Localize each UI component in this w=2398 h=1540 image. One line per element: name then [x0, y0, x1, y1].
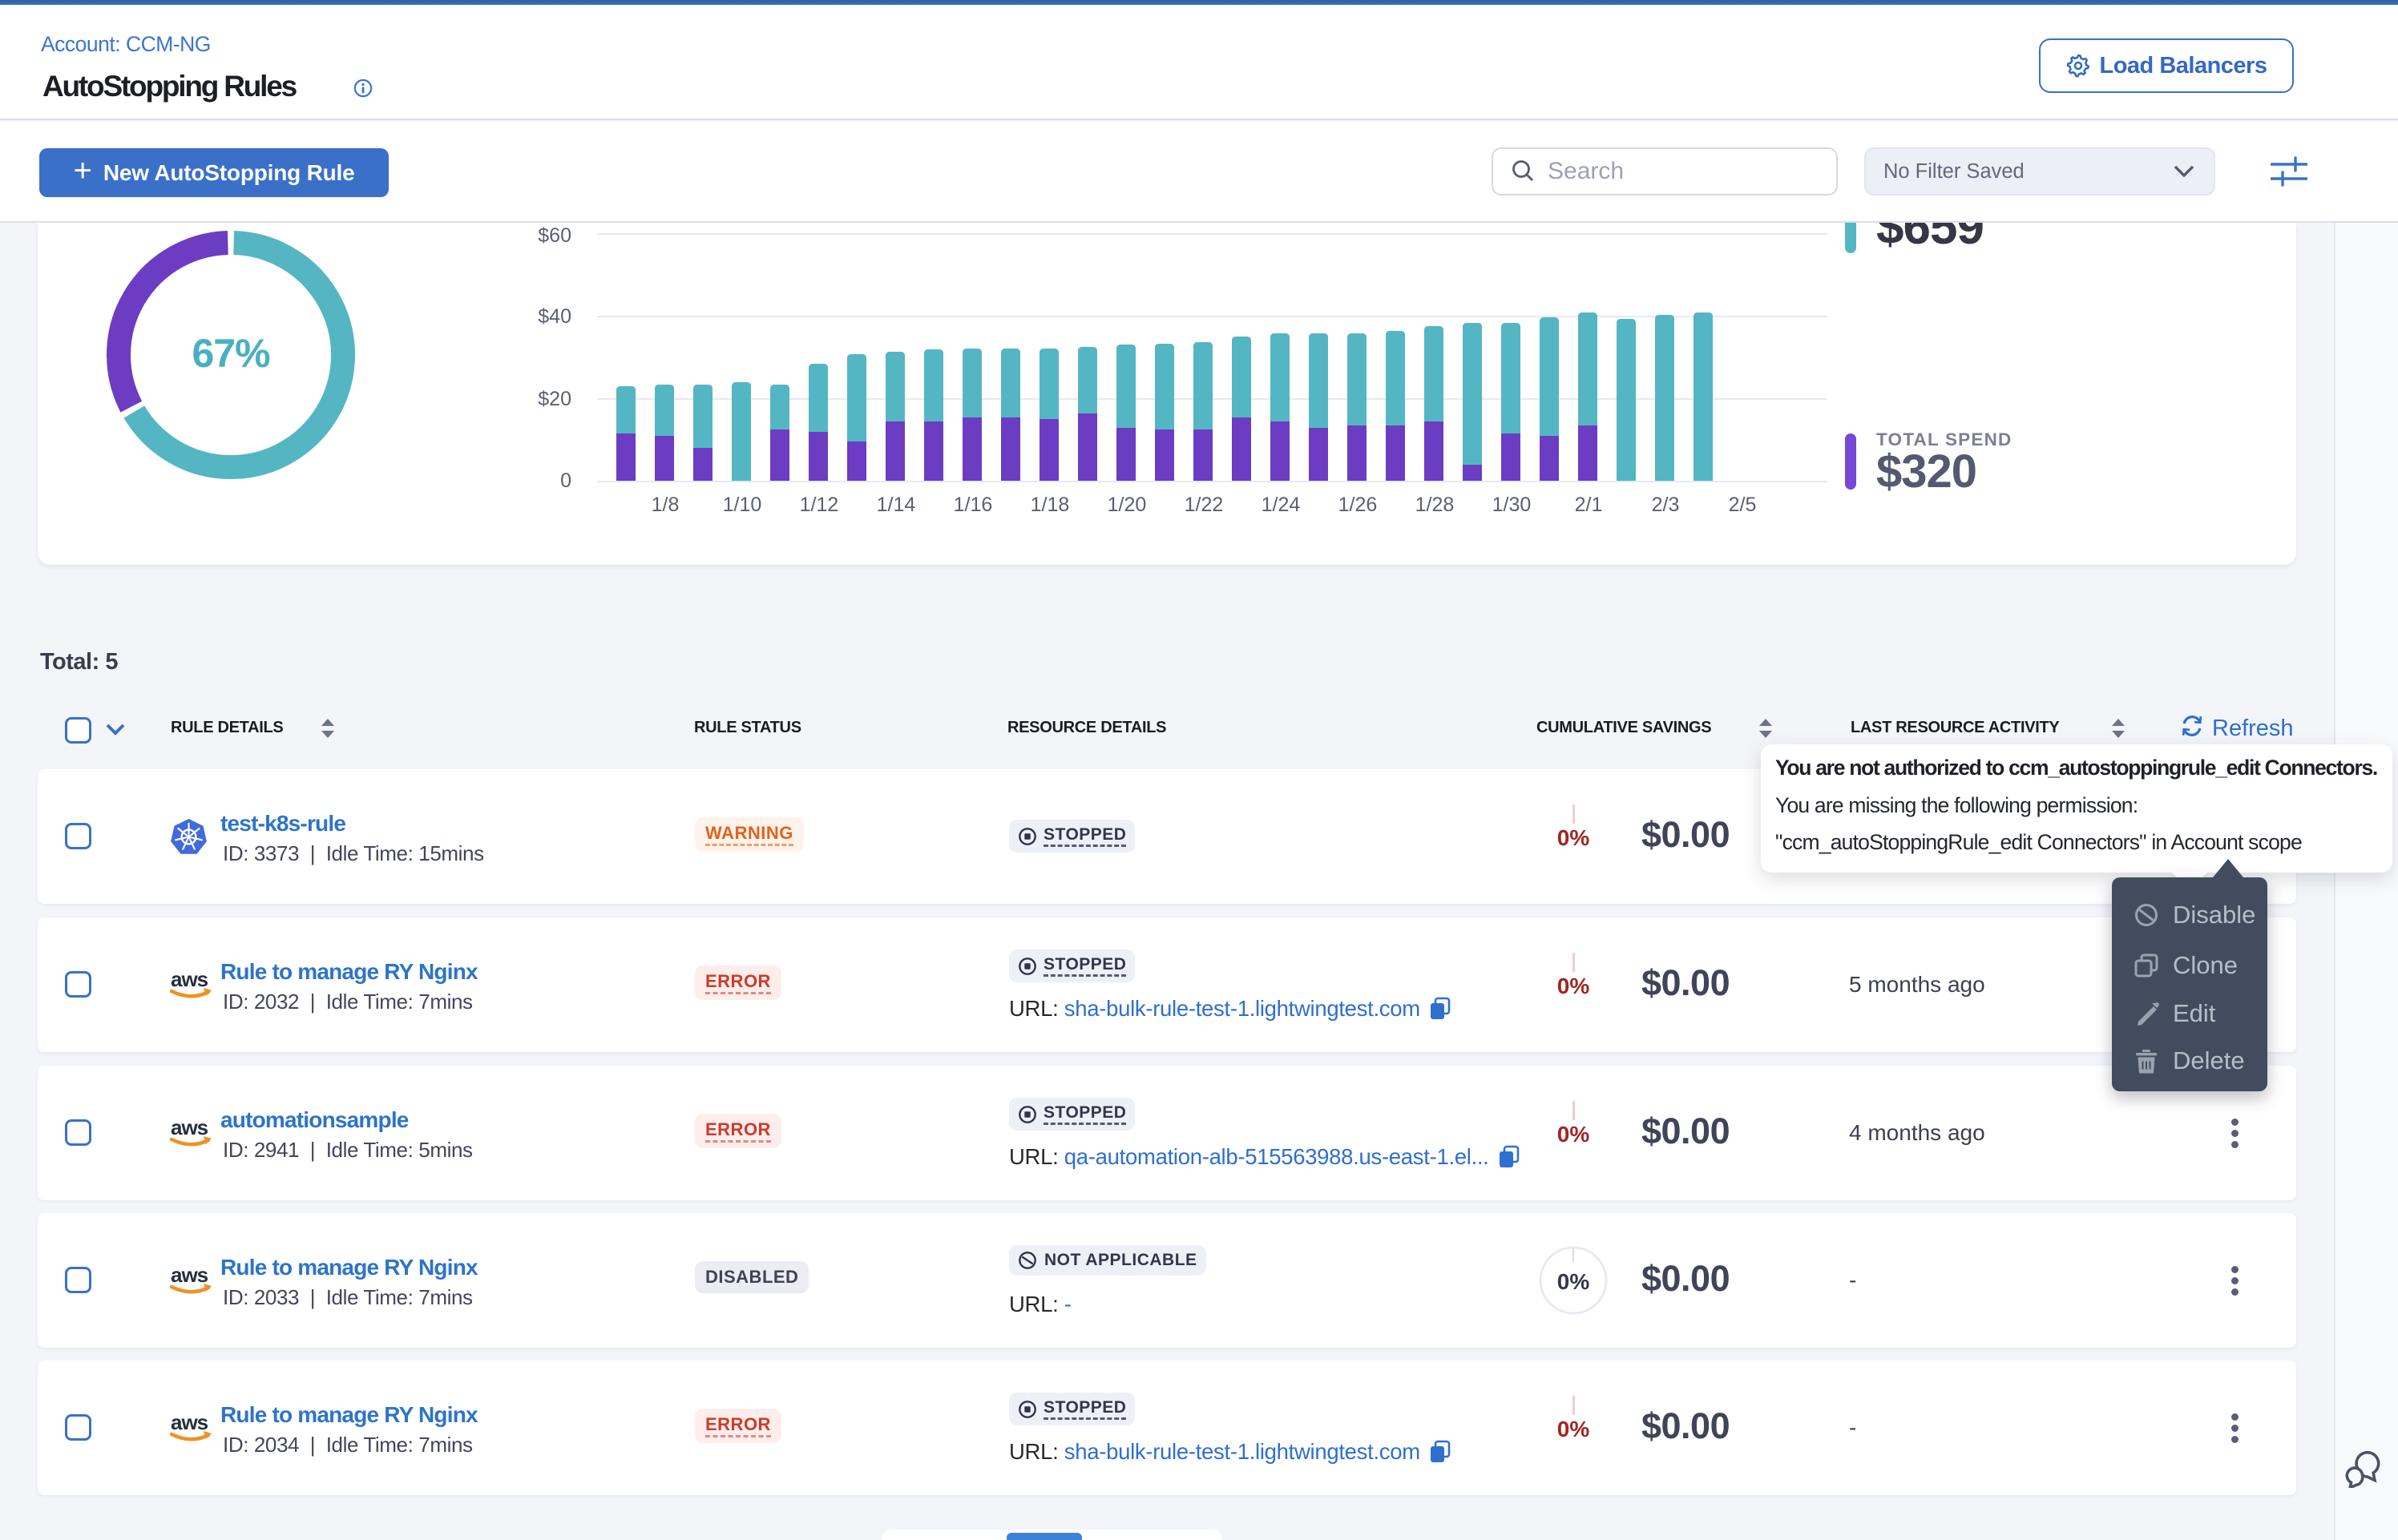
svg-text:aws: aws — [171, 969, 208, 991]
svg-text:aws: aws — [171, 1264, 208, 1287]
svg-text:aws: aws — [171, 1412, 208, 1434]
svg-text:aws: aws — [171, 1117, 208, 1139]
